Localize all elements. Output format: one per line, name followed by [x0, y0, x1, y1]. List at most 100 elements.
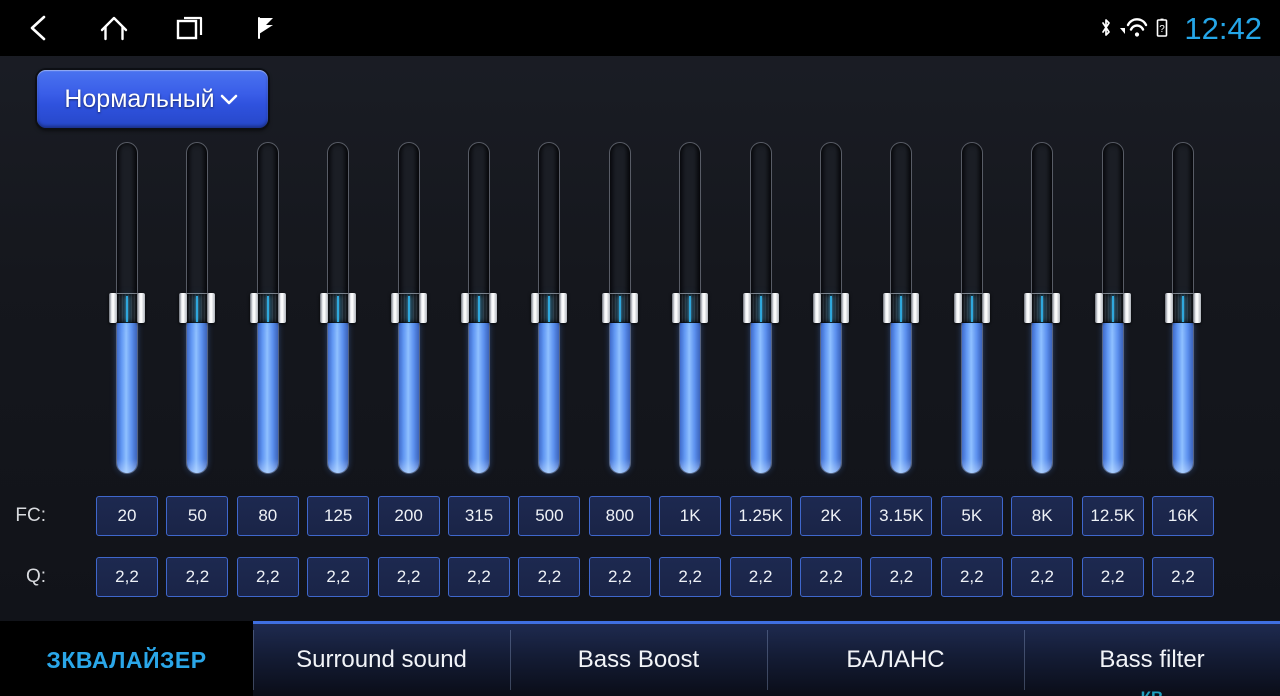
tab-bass-boost[interactable]: Bass Boost	[510, 621, 767, 696]
eq-slider-8K[interactable]	[1022, 140, 1062, 476]
eq-slider-125[interactable]	[318, 140, 358, 476]
slider-thumb-cap-right	[1052, 293, 1061, 324]
slider-thumb-core	[1031, 293, 1054, 324]
status-bar: ? 12:42	[0, 0, 1280, 56]
slider-thumb[interactable]	[249, 293, 286, 324]
slider-thumb[interactable]	[813, 293, 849, 324]
q-cell-4[interactable]: 2,2	[377, 557, 440, 597]
slider-fill	[750, 309, 771, 473]
slider-thumb[interactable]	[601, 293, 638, 324]
slider-thumb-cap-left	[1094, 293, 1103, 324]
fc-cell-1[interactable]: 50	[166, 496, 229, 536]
slider-thumb[interactable]	[390, 293, 427, 324]
slider-thumb-cap-left	[883, 293, 892, 324]
eq-slider-200[interactable]	[389, 140, 429, 476]
clock: 12:42	[1184, 10, 1262, 46]
slider-thumb[interactable]	[109, 293, 145, 324]
slider-thumb[interactable]	[320, 293, 357, 324]
slider-thumb[interactable]	[461, 293, 497, 324]
slider-thumb-cap-right	[418, 293, 427, 324]
fc-cell-13[interactable]: 8K	[1011, 496, 1074, 536]
fc-cell-5[interactable]: 315	[448, 496, 510, 536]
fc-cell-15[interactable]: 16K	[1152, 496, 1214, 536]
fc-cell-8[interactable]: 1K	[659, 496, 722, 536]
tab-label: БАЛАНС	[846, 646, 945, 673]
slider-fill	[1173, 309, 1193, 473]
home-button[interactable]	[76, 0, 152, 56]
flag-cursor-button[interactable]	[228, 0, 304, 56]
eq-slider-500[interactable]	[529, 140, 569, 476]
q-cell-14[interactable]: 2,2	[1081, 557, 1144, 597]
q-cell-2[interactable]: 2,2	[236, 557, 299, 597]
fc-cell-9[interactable]: 1.25K	[729, 496, 792, 536]
eq-slider-1K[interactable]	[670, 140, 710, 476]
eq-slider-2K[interactable]	[811, 140, 851, 476]
fc-row: FC: 20 50 80 125 200 315 500 800 1K 1.25K 2K 3.15K 5…	[0, 496, 1280, 536]
q-cell-8[interactable]: 2,2	[659, 557, 722, 597]
tab-label: ЗКВАЛАЙЗЕР	[46, 646, 207, 673]
q-cell-5[interactable]: 2,2	[448, 557, 510, 597]
fc-cell-11[interactable]: 3.15K	[870, 496, 933, 536]
tab-зквалайзер[interactable]: ЗКВАЛАЙЗЕР	[0, 621, 253, 696]
eq-slider-315[interactable]	[459, 140, 499, 476]
eq-slider-12.5K[interactable]	[1093, 140, 1133, 476]
slider-thumb-core	[468, 293, 490, 324]
fc-cell-12[interactable]: 5K	[940, 496, 1003, 536]
tab-overflow-artifact: КВ	[1130, 688, 1174, 696]
slider-thumb-cap-right	[559, 293, 568, 324]
q-cell-12[interactable]: 2,2	[940, 557, 1003, 597]
q-cell-3[interactable]: 2,2	[307, 557, 370, 597]
slider-thumb-core	[890, 293, 913, 324]
slider-thumb[interactable]	[531, 293, 568, 324]
eq-slider-20[interactable]	[107, 140, 147, 476]
slider-thumb[interactable]	[883, 293, 920, 324]
eq-slider-50[interactable]	[177, 140, 217, 476]
slider-thumb-core	[1101, 293, 1124, 324]
q-cell-7[interactable]: 2,2	[588, 557, 651, 597]
q-cell-15[interactable]: 2,2	[1152, 557, 1214, 597]
slider-thumb-cap-left	[109, 293, 117, 324]
tab-surround-sound[interactable]: Surround sound	[253, 621, 510, 696]
fc-cell-4[interactable]: 200	[377, 496, 440, 536]
eq-slider-5K[interactable]	[952, 140, 992, 476]
wifi-icon	[1118, 17, 1150, 39]
q-cell-10[interactable]: 2,2	[800, 557, 862, 597]
slider-thumb[interactable]	[953, 293, 990, 324]
eq-slider-80[interactable]	[248, 140, 288, 476]
fc-cell-3[interactable]: 125	[307, 496, 370, 536]
slider-thumb[interactable]	[1024, 293, 1061, 324]
eq-slider-16K[interactable]	[1163, 140, 1203, 476]
eq-slider-1.25K[interactable]	[741, 140, 781, 476]
fc-cell-14[interactable]: 12.5K	[1081, 496, 1144, 536]
q-cell-0[interactable]: 2,2	[96, 557, 158, 597]
q-cell-13[interactable]: 2,2	[1011, 557, 1074, 597]
q-cell-11[interactable]: 2,2	[870, 557, 933, 597]
slider-thumb-cap-right	[700, 293, 709, 324]
home-icon	[99, 14, 129, 42]
slider-fill	[961, 309, 982, 473]
fc-cell-10[interactable]: 2K	[800, 496, 862, 536]
slider-fill	[187, 309, 208, 473]
slider-thumb[interactable]	[672, 293, 709, 324]
tab-bass-filter[interactable]: Bass filter КВ	[1024, 621, 1280, 696]
fc-cell-7[interactable]: 800	[588, 496, 651, 536]
fc-cell-2[interactable]: 80	[236, 496, 299, 536]
slider-fill	[1102, 309, 1123, 473]
q-cell-9[interactable]: 2,2	[729, 557, 792, 597]
slider-thumb[interactable]	[1165, 293, 1201, 324]
preset-dropdown-button[interactable]: Нормальный	[37, 70, 268, 128]
eq-slider-3.15K[interactable]	[881, 140, 921, 476]
eq-slider-800[interactable]	[600, 140, 640, 476]
slider-thumb[interactable]	[179, 293, 216, 324]
q-cell-1[interactable]: 2,2	[166, 557, 229, 597]
slider-thumb[interactable]	[742, 293, 779, 324]
fc-cell-6[interactable]: 500	[518, 496, 581, 536]
q-cell-6[interactable]: 2,2	[518, 557, 581, 597]
fc-cell-0[interactable]: 20	[96, 496, 158, 536]
slider-thumb-cap-left	[813, 293, 821, 324]
tab-баланс[interactable]: БАЛАНС	[767, 621, 1024, 696]
chevron-down-icon	[217, 87, 241, 111]
slider-thumb[interactable]	[1094, 293, 1131, 324]
back-button[interactable]	[0, 0, 76, 56]
recents-button[interactable]	[152, 0, 228, 56]
